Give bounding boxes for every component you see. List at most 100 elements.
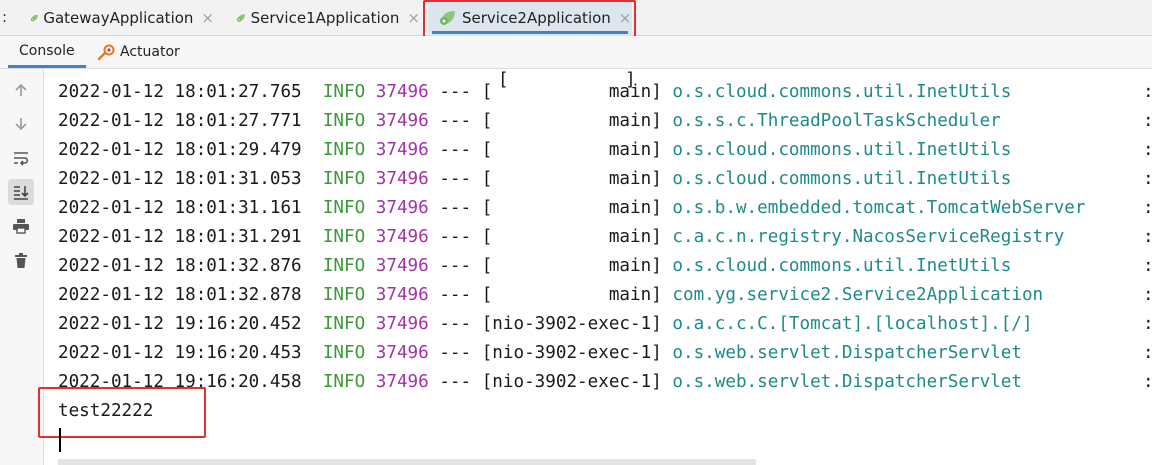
log-level: INFO bbox=[322, 227, 366, 247]
log-separator: --- bbox=[439, 256, 472, 276]
log-thread: [ main] bbox=[481, 256, 662, 276]
log-message-colon: : bbox=[1143, 165, 1152, 194]
log-timestamp: 2022-01-12 18:01:32.878 bbox=[58, 285, 302, 305]
spring-boot-leaf-icon bbox=[237, 14, 246, 22]
log-line: 2022-01-12 19:16:20.452 INFO 37496 --- [… bbox=[58, 310, 1033, 339]
log-pid: 37496 bbox=[375, 343, 429, 363]
log-level: INFO bbox=[322, 111, 366, 131]
log-separator: --- bbox=[439, 227, 472, 247]
log-pid: 37496 bbox=[375, 82, 429, 102]
log-logger: com.yg.service2.Service2Application bbox=[672, 285, 1044, 305]
log-line: 2022-01-12 18:01:32.878 INFO 37496 --- [… bbox=[58, 281, 1043, 310]
log-message-colon: : bbox=[1143, 107, 1152, 136]
log-logger: o.s.s.c.ThreadPoolTaskScheduler bbox=[672, 111, 1001, 131]
scroll-to-end-button[interactable] bbox=[8, 179, 34, 205]
log-thread: [ main] bbox=[481, 169, 662, 189]
log-logger: o.s.cloud.commons.util.InetUtils bbox=[672, 140, 1012, 160]
log-pid: 37496 bbox=[375, 285, 429, 305]
log-level: INFO bbox=[322, 198, 366, 218]
log-line: 2022-01-12 18:01:29.479 INFO 37496 --- [… bbox=[58, 136, 1011, 165]
close-icon[interactable]: × bbox=[407, 9, 420, 27]
scroll-down-button[interactable] bbox=[8, 111, 34, 137]
log-separator: --- bbox=[439, 343, 472, 363]
log-pid: 37496 bbox=[375, 111, 429, 131]
tab-console[interactable]: Console bbox=[8, 36, 86, 68]
clear-all-button[interactable] bbox=[8, 247, 34, 273]
log-separator: --- bbox=[439, 198, 472, 218]
log-logger: o.s.b.w.embedded.tomcat.TomcatWebServer bbox=[672, 198, 1086, 218]
log-logger: o.s.cloud.commons.util.InetUtils bbox=[672, 82, 1012, 102]
log-separator: --- bbox=[439, 82, 472, 102]
arrow-down-icon bbox=[15, 118, 27, 131]
log-line: 2022-01-12 18:01:31.161 INFO 37496 --- [… bbox=[58, 194, 1086, 223]
log-line: 2022-01-12 19:16:20.453 INFO 37496 --- [… bbox=[58, 339, 1022, 368]
soft-wrap-icon bbox=[14, 152, 29, 166]
log-pid: 37496 bbox=[375, 314, 429, 334]
log-logger: o.s.web.servlet.DispatcherServlet bbox=[672, 372, 1022, 392]
log-level: INFO bbox=[322, 285, 366, 305]
log-timestamp: 2022-01-12 18:01:29.479 bbox=[58, 140, 302, 160]
log-thread: [ main] bbox=[481, 111, 662, 131]
log-pid: 37496 bbox=[375, 169, 429, 189]
log-logger: o.a.c.c.C.[Tomcat].[localhost].[/] bbox=[672, 314, 1033, 334]
log-logger: o.s.cloud.commons.util.InetUtils bbox=[672, 169, 1012, 189]
log-line: 2022-01-12 18:01:27.765 INFO 37496 --- [… bbox=[58, 78, 1011, 107]
close-icon[interactable]: × bbox=[201, 9, 214, 27]
log-message-colon: : bbox=[1143, 368, 1152, 397]
spring-boot-leaf-icon bbox=[30, 14, 38, 22]
log-pid: 37496 bbox=[375, 198, 429, 218]
log-level: INFO bbox=[322, 314, 366, 334]
log-message-colon: : bbox=[1143, 339, 1152, 368]
log-logger: c.a.c.n.registry.NacosServiceRegistry bbox=[672, 227, 1065, 247]
tab-label: Console bbox=[19, 42, 75, 59]
log-thread: [ main] bbox=[481, 82, 662, 102]
log-thread: [ main] bbox=[481, 140, 662, 160]
arrow-up-icon bbox=[15, 83, 27, 96]
log-pid: 37496 bbox=[375, 227, 429, 247]
tab-actuator[interactable]: Actuator bbox=[90, 36, 188, 68]
log-message-colon: : bbox=[1143, 194, 1152, 223]
console-tab-bar: Console Actuator bbox=[0, 36, 1152, 69]
log-pid: 37496 bbox=[375, 140, 429, 160]
log-separator: --- bbox=[439, 285, 472, 305]
log-message-colon: : bbox=[1143, 281, 1152, 310]
log-level: INFO bbox=[322, 169, 366, 189]
print-icon bbox=[13, 219, 29, 234]
scroll-to-end-icon bbox=[14, 186, 29, 200]
tab-gateway-application[interactable]: GatewayApplication × bbox=[24, 0, 214, 36]
actuator-icon bbox=[98, 44, 115, 60]
log-separator: --- bbox=[439, 140, 472, 160]
log-logger: o.s.web.servlet.DispatcherServlet bbox=[672, 343, 1022, 363]
log-message-colon: : bbox=[1143, 78, 1152, 107]
tab-label: Actuator bbox=[120, 44, 180, 60]
log-line: 2022-01-12 18:01:32.876 INFO 37496 --- [… bbox=[58, 252, 1011, 281]
log-separator: --- bbox=[439, 169, 472, 189]
log-logger: o.s.cloud.commons.util.InetUtils bbox=[672, 256, 1012, 276]
highlight-box-active-tab bbox=[423, 0, 636, 38]
log-thread: [nio-3902-exec-1] bbox=[481, 343, 662, 363]
scroll-up-button[interactable] bbox=[8, 77, 34, 103]
log-timestamp: 2022-01-12 19:16:20.452 bbox=[58, 314, 302, 334]
log-line: 2022-01-12 18:01:31.291 INFO 37496 --- [… bbox=[58, 223, 1064, 252]
log-timestamp: 2022-01-12 18:01:31.053 bbox=[58, 169, 302, 189]
trash-icon bbox=[15, 252, 27, 268]
log-timestamp: 2022-01-12 19:16:20.453 bbox=[58, 343, 302, 363]
log-thread: [ main] bbox=[481, 227, 662, 247]
log-message-colon: : bbox=[1143, 136, 1152, 165]
soft-wrap-button[interactable] bbox=[8, 145, 34, 171]
log-level: INFO bbox=[322, 140, 366, 160]
horizontal-scrollbar[interactable] bbox=[58, 459, 756, 465]
log-pid: 37496 bbox=[375, 256, 429, 276]
tab-service1-application[interactable]: Service1Application × bbox=[230, 0, 420, 36]
tab-label: Service1Application bbox=[250, 9, 400, 27]
log-separator: --- bbox=[439, 111, 472, 131]
print-button[interactable] bbox=[8, 213, 34, 239]
log-line: 2022-01-12 18:01:27.771 INFO 37496 --- [… bbox=[58, 107, 1001, 136]
log-message-colon: : bbox=[1143, 310, 1152, 339]
log-level: INFO bbox=[322, 343, 366, 363]
log-level: INFO bbox=[322, 82, 366, 102]
log-timestamp: 2022-01-12 18:01:27.765 bbox=[58, 82, 302, 102]
log-message-colon: : bbox=[1143, 252, 1152, 281]
log-separator: --- bbox=[439, 314, 472, 334]
log-timestamp: 2022-01-12 18:01:31.291 bbox=[58, 227, 302, 247]
